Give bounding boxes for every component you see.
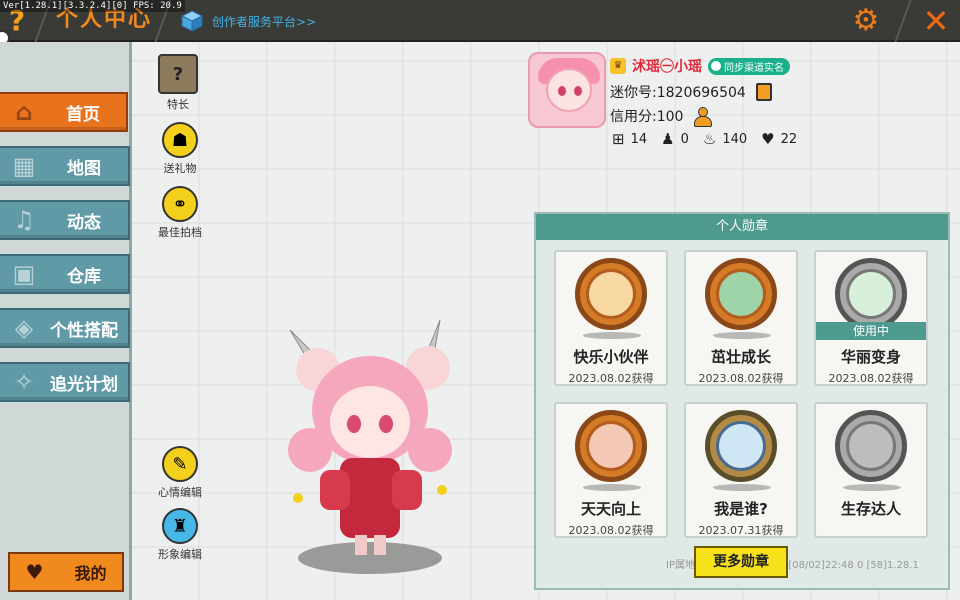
question-icon: ?: [158, 54, 198, 94]
badge-card[interactable]: 茁壮成长 2023.08.02获得: [684, 250, 798, 386]
sidebar-item-home[interactable]: ⌂ 首页: [0, 92, 128, 132]
sidebar-item-label: 地图: [67, 158, 101, 179]
medal-icon: [575, 410, 647, 482]
medal-icon: [705, 258, 777, 330]
badge-name: 天天向上: [580, 500, 641, 518]
stat-fire-value: 140: [722, 131, 748, 147]
handshake-icon: ⚭: [162, 186, 198, 222]
sidebar-item-label: 动态: [67, 212, 101, 233]
mood-edit-tool[interactable]: ✎ 心情编辑: [150, 446, 210, 500]
mini-id-row: 迷你号:1820696504: [610, 82, 772, 102]
badge-card[interactable]: 快乐小伙伴 2023.08.02获得: [554, 250, 668, 386]
badge-name: 茁壮成长: [710, 348, 771, 366]
send-gift-label: 送礼物: [163, 162, 197, 175]
heart-icon: ♥: [25, 560, 44, 584]
warehouse-icon: ▣: [12, 260, 36, 288]
badge-date: 2023.08.02获得: [568, 524, 654, 537]
specialty-tool[interactable]: ? 特长: [148, 54, 208, 112]
fire-icon: ♨: [702, 130, 717, 148]
gift-icon: ☗: [162, 122, 198, 158]
in-use-badge: 使用中: [816, 322, 926, 340]
close-icon: ✕: [922, 2, 950, 40]
stat-plus[interactable]: ⊞ 14: [612, 130, 647, 148]
map-icon: ▦: [12, 152, 36, 180]
outfit-icon: ♜: [162, 508, 198, 544]
badge-name: 快乐小伙伴: [573, 348, 649, 366]
credit-row: 信用分:100: [610, 106, 713, 127]
avatar[interactable]: [528, 52, 606, 128]
mood-edit-label: 心情编辑: [158, 486, 202, 499]
medal-icon: [835, 410, 907, 482]
medal-icon: [575, 258, 647, 330]
look-edit-label: 形象编辑: [158, 548, 202, 561]
stat-likes-value: 22: [780, 131, 798, 147]
sidebar-item-spotlight[interactable]: ✧ 追光计划: [0, 362, 130, 402]
stat-fire[interactable]: ♨ 140: [703, 130, 747, 148]
medal-icon: [705, 410, 777, 482]
verify-badge[interactable]: 同步渠道实名: [708, 57, 790, 75]
debug-overlay: Ver[1.28.1][3.3.2.4][0] FPS: 20.9: [0, 0, 185, 12]
hearts-icon: ♥: [761, 130, 775, 148]
mini-id: 迷你号:1820696504: [610, 85, 746, 101]
divider: [894, 0, 912, 42]
badge-name: 生存达人: [840, 500, 901, 518]
badge-date: 2023.08.02获得: [828, 372, 914, 385]
gear-icon: ⚙: [852, 3, 880, 38]
creator-platform-link[interactable]: 创作者服务平台>>: [180, 8, 316, 34]
fans-icon: ♟: [661, 130, 675, 148]
vip-icon: ♛: [610, 58, 626, 74]
character-model[interactable]: [270, 310, 470, 580]
sidebar-item-feed[interactable]: ♫ 动态: [0, 200, 130, 240]
stats-row: ⊞ 14 ♟ 0 ♨ 140 ♥ 22: [612, 130, 797, 148]
profile-name-row: ♛ 沭瑶㊀小瑶 同步渠道实名: [610, 56, 790, 76]
close-button[interactable]: ✕: [916, 4, 956, 38]
player-name: 沭瑶㊀小瑶: [632, 59, 702, 75]
look-edit-tool[interactable]: ♜ 形象编辑: [150, 508, 210, 562]
sidebar-item-label: 首页: [66, 104, 100, 125]
plus-square-icon: ⊞: [612, 130, 625, 148]
copy-icon[interactable]: [755, 83, 772, 101]
sidebar-item-warehouse[interactable]: ▣ 仓库: [0, 254, 130, 294]
sidebar-item-outfit[interactable]: ◈ 个性搭配: [0, 308, 130, 348]
mine-label: 我的: [74, 564, 107, 583]
spotlight-icon: ✧: [13, 368, 35, 396]
sidebar: ⌂ 首页 ▦ 地图 ♫ 动态 ▣ 仓库 ◈ 个性搭配 ✧ 追光计划: [0, 42, 132, 600]
badges-panel-title: 个人勋章: [536, 214, 948, 240]
house-icon: ⌂: [15, 98, 33, 126]
cube-icon: [180, 9, 204, 33]
sidebar-item-label: 追光计划: [50, 374, 118, 395]
send-gift-tool[interactable]: ☗ 送礼物: [150, 122, 210, 176]
mine-button[interactable]: ♥ 我的: [8, 552, 124, 592]
medal-icon: [835, 258, 907, 330]
badge-date: 2023.07.31获得: [698, 524, 784, 537]
badge-date: 2023.08.02获得: [568, 372, 654, 385]
sidebar-item-label: 个性搭配: [50, 320, 118, 341]
specialty-label: 特长: [167, 98, 189, 111]
stat-followers[interactable]: ♟ 0: [661, 130, 689, 148]
badge-name: 我是谁?: [714, 500, 768, 518]
badge-date: 2023.08.02获得: [698, 372, 784, 385]
badge-card[interactable]: 天天向上 2023.08.02获得: [554, 402, 668, 538]
more-badges-button[interactable]: 更多勋章: [694, 546, 788, 578]
pencil-icon: ✎: [162, 446, 198, 482]
person-icon[interactable]: [693, 107, 713, 127]
settings-button[interactable]: ⚙: [850, 6, 882, 38]
stat-plus-value: 14: [630, 131, 648, 147]
badge-name: 华丽变身: [840, 348, 901, 366]
credit-score: 信用分:100: [610, 109, 684, 125]
badge-card[interactable]: 生存达人: [814, 402, 928, 538]
sidebar-item-label: 仓库: [67, 266, 101, 287]
creator-platform-label: 创作者服务平台>>: [212, 14, 317, 29]
stat-likes[interactable]: ♥ 22: [761, 130, 797, 148]
shirt-icon: ◈: [14, 314, 34, 342]
badge-card[interactable]: 使用中 华丽变身 2023.08.02获得: [814, 250, 928, 386]
stat-followers-value: 0: [680, 131, 689, 147]
best-partner-label: 最佳拍档: [158, 226, 202, 239]
best-partner-tool[interactable]: ⚭ 最佳拍档: [150, 186, 210, 240]
badge-card[interactable]: 我是谁? 2023.07.31获得: [684, 402, 798, 538]
bell-icon: ♫: [13, 206, 35, 234]
sidebar-item-map[interactable]: ▦ 地图: [0, 146, 130, 186]
